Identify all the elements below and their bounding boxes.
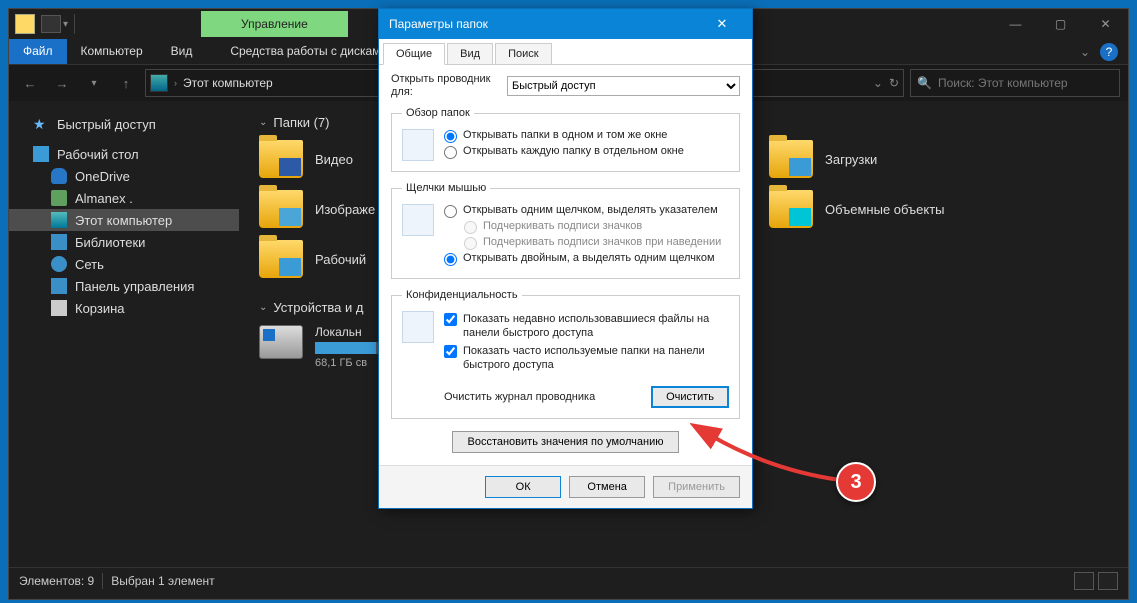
view-details-button[interactable] — [1074, 572, 1094, 590]
computer-tab[interactable]: Компьютер — [67, 39, 157, 64]
sidebar-network[interactable]: Сеть — [9, 253, 239, 275]
ribbon-chevron-icon[interactable]: ⌄ — [1080, 45, 1090, 59]
radio-double-click[interactable]: Открывать двойным, а выделять одним щелч… — [444, 252, 729, 266]
user-icon — [51, 190, 67, 206]
sidebar-desktop[interactable]: Рабочий стол — [9, 143, 239, 165]
refresh-icon[interactable]: ↻ — [889, 76, 899, 90]
dialog-close-button[interactable]: ✕ — [702, 16, 742, 32]
radio-underline-hover: Подчеркивать подписи значков при наведен… — [464, 236, 729, 250]
sidebar-onedrive[interactable]: OneDrive — [9, 165, 239, 187]
privacy-group: Конфиденциальность Показать недавно испо… — [391, 289, 740, 419]
clicks-icon — [402, 204, 434, 236]
maximize-button[interactable]: ▢ — [1038, 9, 1083, 39]
recent-locations-button[interactable]: ▾ — [81, 70, 107, 96]
libraries-icon — [51, 234, 67, 250]
browse-icon — [402, 129, 434, 161]
clear-button[interactable]: Очистить — [651, 386, 729, 408]
breadcrumb-location[interactable]: Этот компьютер — [183, 76, 273, 90]
click-behavior-group: Щелчки мышью Открывать одним щелчком, вы… — [391, 182, 740, 279]
window-controls: — ▢ ✕ — [993, 9, 1128, 39]
file-tab[interactable]: Файл — [9, 39, 67, 64]
folder-3d-objects[interactable]: Объемные объекты — [769, 190, 999, 228]
sidebar-libraries[interactable]: Библиотеки — [9, 231, 239, 253]
qat-button[interactable] — [41, 15, 61, 33]
dialog-titlebar[interactable]: Параметры папок ✕ — [379, 9, 752, 39]
folder-icon — [769, 140, 813, 178]
view-large-button[interactable] — [1098, 572, 1118, 590]
sidebar-user[interactable]: Almanex . — [9, 187, 239, 209]
star-icon: ★ — [33, 116, 49, 132]
privacy-icon — [402, 311, 434, 343]
pc-icon — [150, 74, 168, 92]
clicks-legend: Щелчки мышью — [402, 182, 490, 194]
sidebar-this-pc[interactable]: Этот компьютер — [9, 209, 239, 231]
radio-new-window[interactable]: Открывать каждую папку в отдельном окне — [444, 145, 729, 159]
status-selected: Выбран 1 элемент — [111, 574, 214, 588]
breadcrumb-chevron-icon[interactable]: › — [174, 78, 177, 88]
radio-underline-always: Подчеркивать подписи значков — [464, 220, 729, 234]
up-button[interactable]: ↑ — [113, 70, 139, 96]
radio-same-window[interactable]: Открывать папки в одном и том же окне — [444, 129, 729, 143]
control-panel-icon — [51, 278, 67, 294]
drive-icon — [259, 325, 303, 359]
tab-view[interactable]: Вид — [447, 43, 493, 64]
folder-icon — [15, 14, 35, 34]
ok-button[interactable]: ОК — [485, 476, 561, 498]
folder-icon — [259, 190, 303, 228]
folder-downloads[interactable]: Загрузки — [769, 140, 999, 178]
network-icon — [51, 256, 67, 272]
chevron-down-icon: ⌄ — [259, 117, 267, 128]
help-icon[interactable]: ? — [1100, 43, 1118, 61]
manage-tab[interactable]: Управление — [201, 11, 348, 37]
minimize-button[interactable]: — — [993, 9, 1038, 39]
chevron-down-icon: ⌄ — [259, 302, 267, 313]
search-input[interactable]: 🔍 Поиск: Этот компьютер — [910, 69, 1120, 97]
recycle-bin-icon — [51, 300, 67, 316]
folder-icon — [259, 140, 303, 178]
sidebar: ★Быстрый доступ Рабочий стол OneDrive Al… — [9, 101, 239, 567]
search-placeholder: Поиск: Этот компьютер — [938, 76, 1068, 90]
tab-general[interactable]: Общие — [383, 43, 445, 65]
browse-legend: Обзор папок — [402, 107, 474, 119]
sidebar-control-panel[interactable]: Панель управления — [9, 275, 239, 297]
check-frequent-folders[interactable]: Показать часто используемые папки на пан… — [444, 345, 729, 373]
desktop-icon — [33, 146, 49, 162]
cloud-icon — [51, 168, 67, 184]
open-explorer-select[interactable]: Быстрый доступ — [507, 76, 740, 96]
folder-icon — [769, 190, 813, 228]
restore-defaults-button[interactable]: Восстановить значения по умолчанию — [452, 431, 678, 453]
clear-history-label: Очистить журнал проводника — [444, 391, 651, 403]
view-tab[interactable]: Вид — [157, 39, 207, 64]
radio-single-click[interactable]: Открывать одним щелчком, выделять указат… — [444, 204, 729, 218]
folder-options-dialog: Параметры папок ✕ Общие Вид Поиск Открыт… — [378, 8, 753, 509]
sidebar-quick-access[interactable]: ★Быстрый доступ — [9, 113, 239, 135]
back-button[interactable]: ← — [17, 70, 43, 96]
annotation-badge: 3 — [836, 462, 876, 502]
separator — [74, 14, 75, 34]
disk-tools-tab[interactable]: Средства работы с дисками — [216, 39, 401, 64]
privacy-legend: Конфиденциальность — [402, 289, 522, 301]
dialog-title: Параметры папок — [389, 17, 488, 31]
search-icon: 🔍 — [917, 76, 932, 90]
status-item-count: Элементов: 9 — [19, 574, 94, 588]
dialog-tabs: Общие Вид Поиск — [379, 39, 752, 65]
open-explorer-label: Открыть проводник для: — [391, 73, 501, 99]
separator — [102, 573, 103, 589]
check-recent-files[interactable]: Показать недавно использовавшиеся файлы … — [444, 313, 729, 341]
pc-icon — [51, 212, 67, 228]
folder-icon — [259, 240, 303, 278]
sidebar-recycle-bin[interactable]: Корзина — [9, 297, 239, 319]
statusbar: Элементов: 9 Выбран 1 элемент — [9, 567, 1128, 593]
forward-button[interactable]: → — [49, 70, 75, 96]
apply-button[interactable]: Применить — [653, 476, 740, 498]
browse-folders-group: Обзор папок Открывать папки в одном и то… — [391, 107, 740, 172]
tab-search[interactable]: Поиск — [495, 43, 551, 64]
close-button[interactable]: ✕ — [1083, 9, 1128, 39]
qat-chevron-icon[interactable]: ▾ — [63, 19, 68, 30]
cancel-button[interactable]: Отмена — [569, 476, 645, 498]
address-dropdown-icon[interactable]: ⌄ — [873, 76, 883, 90]
